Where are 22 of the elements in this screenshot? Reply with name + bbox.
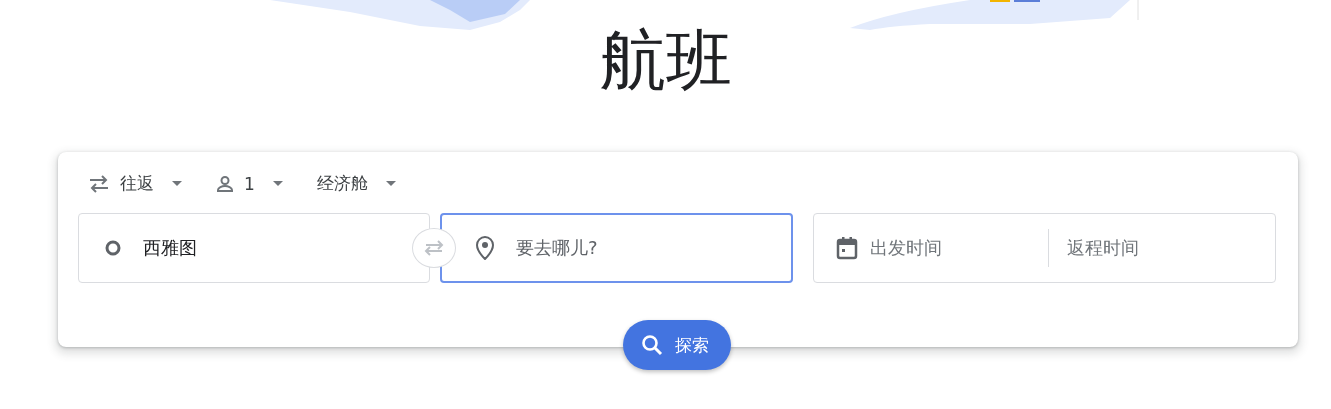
- destination-placeholder: 要去哪儿?: [516, 236, 598, 260]
- dropdown-button[interactable]: 1: [206, 166, 293, 201]
- location-pin-icon: [476, 236, 494, 260]
- search-button[interactable]: 探索: [623, 320, 731, 370]
- dropdown-button[interactable]: 经济舱: [306, 166, 406, 201]
- page-title: 航班: [599, 21, 732, 101]
- return-date-placeholder: 返程时间: [1048, 229, 1139, 267]
- swap-button[interactable]: [412, 228, 456, 268]
- departure-date-placeholder: 出发时间: [870, 236, 943, 260]
- dropdown-button[interactable]: 往返: [78, 166, 192, 201]
- date-field[interactable]: 出发时间 返程时间: [813, 213, 1276, 283]
- swap-arrows-icon: [88, 173, 110, 194]
- dropdown-caret-icon: [385, 181, 396, 186]
- origin-field[interactable]: 西雅图: [78, 213, 430, 283]
- dropdown-caret-icon: [172, 181, 182, 186]
- swap-arrows-icon: [422, 238, 446, 258]
- circle-icon: [105, 240, 121, 256]
- person-icon: [216, 174, 234, 193]
- destination-field[interactable]: 要去哪儿?: [440, 213, 793, 283]
- dropdown-caret-icon: [272, 181, 283, 186]
- calendar-icon: [836, 236, 858, 260]
- search-icon: [641, 334, 663, 356]
